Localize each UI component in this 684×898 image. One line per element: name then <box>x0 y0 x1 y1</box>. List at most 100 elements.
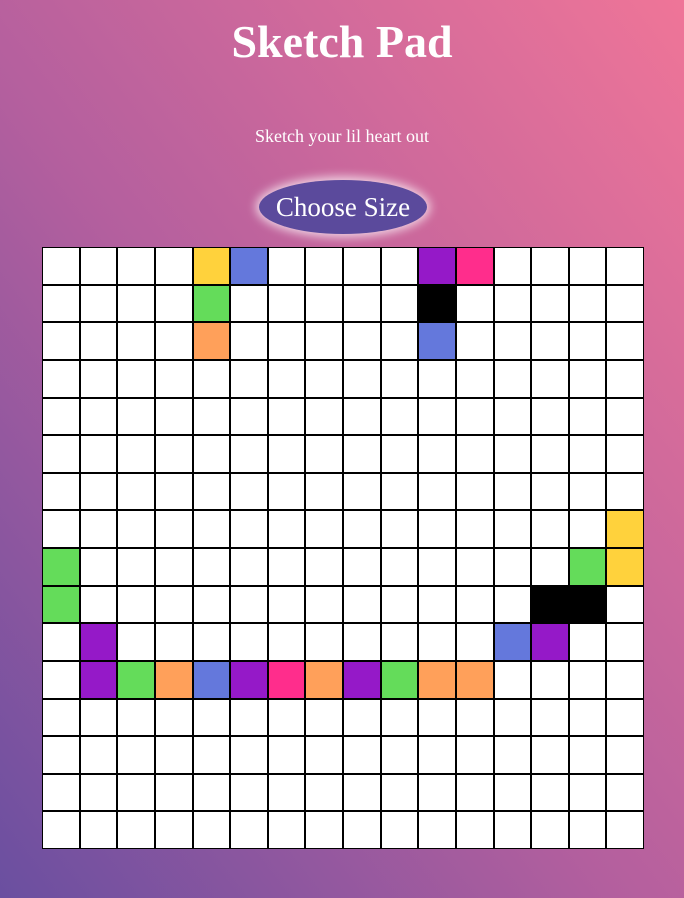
grid-cell[interactable] <box>268 323 305 359</box>
grid-cell[interactable] <box>607 586 643 623</box>
grid-cell[interactable] <box>268 398 305 435</box>
grid-cell[interactable] <box>155 699 192 736</box>
grid-cell[interactable] <box>306 285 342 322</box>
grid-cell[interactable] <box>193 699 230 736</box>
grid-cell[interactable] <box>456 812 493 848</box>
grid-cell[interactable] <box>306 398 342 435</box>
grid-cell[interactable] <box>381 248 418 284</box>
grid-cell[interactable] <box>231 699 267 736</box>
grid-cell[interactable] <box>193 436 230 472</box>
grid-cell[interactable] <box>193 473 230 510</box>
grid-cell[interactable] <box>193 248 230 284</box>
grid-cell[interactable] <box>80 774 117 811</box>
grid-cell[interactable] <box>231 436 267 472</box>
grid-cell[interactable] <box>344 511 380 547</box>
grid-cell[interactable] <box>494 586 531 623</box>
grid-cell[interactable] <box>193 360 230 397</box>
grid-cell[interactable] <box>118 436 154 472</box>
grid-cell[interactable] <box>268 549 305 585</box>
grid-cell[interactable] <box>381 473 418 510</box>
grid-cell[interactable] <box>532 661 568 698</box>
grid-cell[interactable] <box>419 774 455 811</box>
grid-cell[interactable] <box>193 661 230 698</box>
grid-cell[interactable] <box>381 436 418 472</box>
grid-cell[interactable] <box>344 436 380 472</box>
grid-cell[interactable] <box>494 737 531 773</box>
grid-cell[interactable] <box>155 624 192 660</box>
grid-cell[interactable] <box>456 398 493 435</box>
grid-cell[interactable] <box>419 436 455 472</box>
grid-cell[interactable] <box>419 812 455 848</box>
grid-cell[interactable] <box>231 737 267 773</box>
grid-cell[interactable] <box>231 248 267 284</box>
grid-cell[interactable] <box>80 398 117 435</box>
grid-cell[interactable] <box>532 549 568 585</box>
grid-cell[interactable] <box>344 323 380 359</box>
grid-cell[interactable] <box>268 812 305 848</box>
grid-cell[interactable] <box>118 549 154 585</box>
grid-cell[interactable] <box>494 511 531 547</box>
grid-cell[interactable] <box>419 323 455 359</box>
grid-cell[interactable] <box>419 360 455 397</box>
grid-cell[interactable] <box>231 549 267 585</box>
grid-cell[interactable] <box>268 436 305 472</box>
grid-cell[interactable] <box>344 398 380 435</box>
grid-cell[interactable] <box>306 323 342 359</box>
grid-cell[interactable] <box>80 285 117 322</box>
grid-cell[interactable] <box>532 586 568 623</box>
grid-cell[interactable] <box>306 549 342 585</box>
grid-cell[interactable] <box>268 248 305 284</box>
grid-cell[interactable] <box>306 511 342 547</box>
grid-cell[interactable] <box>306 248 342 284</box>
grid-cell[interactable] <box>193 549 230 585</box>
grid-cell[interactable] <box>306 436 342 472</box>
grid-cell[interactable] <box>569 360 606 397</box>
grid-cell[interactable] <box>532 398 568 435</box>
grid-cell[interactable] <box>381 398 418 435</box>
grid-cell[interactable] <box>268 737 305 773</box>
grid-cell[interactable] <box>607 737 643 773</box>
grid-cell[interactable] <box>80 812 117 848</box>
grid-cell[interactable] <box>306 473 342 510</box>
grid-cell[interactable] <box>80 624 117 660</box>
grid-cell[interactable] <box>80 436 117 472</box>
grid-cell[interactable] <box>381 699 418 736</box>
grid-cell[interactable] <box>532 248 568 284</box>
grid-cell[interactable] <box>569 398 606 435</box>
grid-cell[interactable] <box>381 661 418 698</box>
grid-cell[interactable] <box>381 360 418 397</box>
grid-cell[interactable] <box>118 737 154 773</box>
grid-cell[interactable] <box>231 774 267 811</box>
grid-cell[interactable] <box>607 285 643 322</box>
grid-cell[interactable] <box>43 285 79 322</box>
grid-cell[interactable] <box>569 285 606 322</box>
grid-cell[interactable] <box>569 323 606 359</box>
grid-cell[interactable] <box>344 360 380 397</box>
grid-cell[interactable] <box>306 586 342 623</box>
grid-cell[interactable] <box>118 323 154 359</box>
grid-cell[interactable] <box>532 473 568 510</box>
grid-cell[interactable] <box>118 511 154 547</box>
grid-cell[interactable] <box>118 285 154 322</box>
grid-cell[interactable] <box>419 549 455 585</box>
grid-cell[interactable] <box>268 586 305 623</box>
grid-cell[interactable] <box>532 360 568 397</box>
grid-cell[interactable] <box>268 360 305 397</box>
grid-cell[interactable] <box>193 774 230 811</box>
grid-cell[interactable] <box>231 624 267 660</box>
grid-cell[interactable] <box>419 661 455 698</box>
grid-cell[interactable] <box>494 398 531 435</box>
grid-cell[interactable] <box>306 774 342 811</box>
grid-cell[interactable] <box>80 661 117 698</box>
grid-cell[interactable] <box>607 549 643 585</box>
grid-cell[interactable] <box>231 285 267 322</box>
grid-cell[interactable] <box>344 774 380 811</box>
grid-cell[interactable] <box>569 473 606 510</box>
grid-cell[interactable] <box>532 737 568 773</box>
grid-cell[interactable] <box>569 661 606 698</box>
grid-cell[interactable] <box>456 360 493 397</box>
grid-cell[interactable] <box>532 774 568 811</box>
grid-cell[interactable] <box>381 586 418 623</box>
grid-cell[interactable] <box>607 436 643 472</box>
grid-cell[interactable] <box>494 473 531 510</box>
